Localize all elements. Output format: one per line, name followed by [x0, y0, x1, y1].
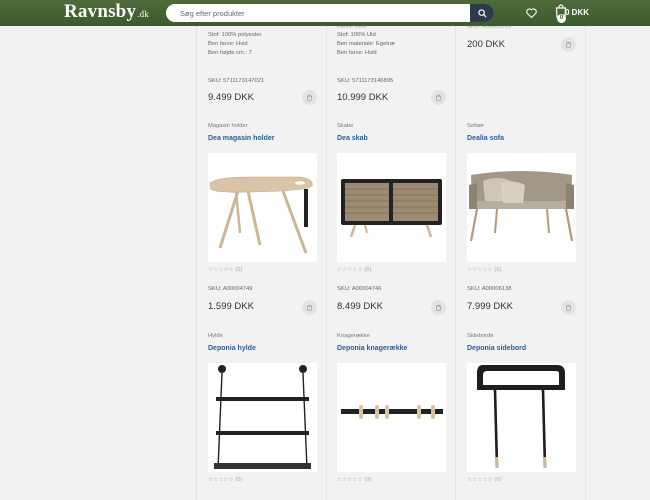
site-header: Ravnsby.dk 0 0 DKK: [0, 0, 650, 26]
add-to-cart-button[interactable]: [431, 90, 446, 105]
product-sku: SKU: A00004749: [208, 286, 253, 292]
product-price: 7.999 DKK: [467, 301, 513, 312]
product-category: Sofaer: [467, 123, 485, 129]
cart-icon: [436, 304, 441, 311]
product-spec: Ben farve: Hvid: [337, 50, 377, 56]
add-to-cart-button[interactable]: [302, 300, 317, 315]
column-divider: [455, 0, 456, 500]
rating-stars: ☆☆☆☆☆ (0): [467, 267, 502, 273]
product-category: Skabe: [337, 123, 354, 129]
cart-total[interactable]: 0 DKK: [565, 8, 589, 17]
column-divider: [196, 0, 197, 500]
product-price: 9.499 DKK: [208, 92, 254, 103]
sofa-image: [469, 171, 574, 242]
product-image[interactable]: [337, 363, 446, 472]
logo-text: Ravnsby: [64, 1, 137, 22]
product-image[interactable]: [337, 153, 446, 262]
add-to-cart-button[interactable]: [561, 37, 576, 52]
product-name-link[interactable]: Deponia sidebord: [467, 345, 526, 352]
product-name-link[interactable]: Deponia hylde: [208, 345, 256, 352]
product-name-link[interactable]: Dea skab: [337, 135, 368, 142]
cart-icon: [566, 41, 571, 48]
add-to-cart-button[interactable]: [561, 300, 576, 315]
cart-icon: [307, 94, 312, 101]
table-image: [209, 176, 313, 254]
product-category: Knagerække: [337, 333, 370, 339]
rating-stars: ☆☆☆☆☆ (0): [208, 267, 243, 273]
rating-stars: ☆☆☆☆☆ (0): [337, 267, 372, 273]
search-icon: [477, 8, 487, 18]
product-category: Hylde: [208, 333, 223, 339]
column-divider: [326, 0, 327, 500]
add-to-cart-button[interactable]: [302, 90, 317, 105]
product-image[interactable]: [467, 363, 576, 472]
product-name-link[interactable]: Dea magasin holder: [208, 135, 275, 142]
wishlist-button[interactable]: [524, 6, 538, 20]
product-image[interactable]: [208, 363, 317, 472]
product-price: 1.599 DKK: [208, 301, 254, 312]
rating-stars: ☆☆☆☆☆ (0): [467, 477, 502, 483]
coat-rack-image: [341, 405, 443, 419]
product-spec: Ben materiale: Egetræ: [337, 41, 395, 47]
product-price: 8.499 DKK: [337, 301, 383, 312]
product-name-link[interactable]: Dealia sofa: [467, 135, 504, 142]
product-sku: SKU: 5711173147021: [208, 78, 265, 84]
rating-stars: ☆☆☆☆☆ (0): [337, 477, 372, 483]
cart-icon: [436, 94, 441, 101]
product-image[interactable]: [467, 153, 576, 262]
logo-suffix: .dk: [137, 9, 150, 19]
side-table-image: [477, 365, 565, 468]
product-category: Sideborde: [467, 333, 494, 339]
add-to-cart-button[interactable]: [431, 300, 446, 315]
product-sku: SKU: 5711173146895: [337, 78, 394, 84]
search-input[interactable]: [180, 4, 460, 22]
product-price: 10.999 DKK: [337, 92, 389, 103]
shelf-image: [214, 365, 311, 470]
product-name-link[interactable]: Deponia knagerække: [337, 345, 407, 352]
cart-icon: [566, 304, 571, 311]
site-logo[interactable]: Ravnsby.dk: [64, 0, 149, 26]
product-image[interactable]: [208, 153, 317, 262]
product-price: 200 DKK: [467, 39, 506, 50]
product-spec: Ben farve: Hvid: [208, 41, 248, 47]
heart-icon: [525, 8, 537, 18]
product-spec: Ben højde cm.: 7: [208, 50, 252, 56]
search-bar: [166, 4, 494, 22]
product-sku: SKU: A00004746: [337, 286, 382, 292]
product-spec: Stof: 100% Uld: [337, 32, 376, 38]
cart-icon: [307, 304, 312, 311]
search-button[interactable]: [470, 4, 494, 22]
cabinet-image: [341, 179, 442, 238]
product-sku: SKU: A00006138: [467, 286, 512, 292]
product-category: Magasin holder: [208, 123, 248, 129]
column-divider: [585, 0, 586, 500]
product-spec: Stof: 100% polyester: [208, 32, 262, 38]
rating-stars: ☆☆☆☆☆ (0): [208, 477, 243, 483]
